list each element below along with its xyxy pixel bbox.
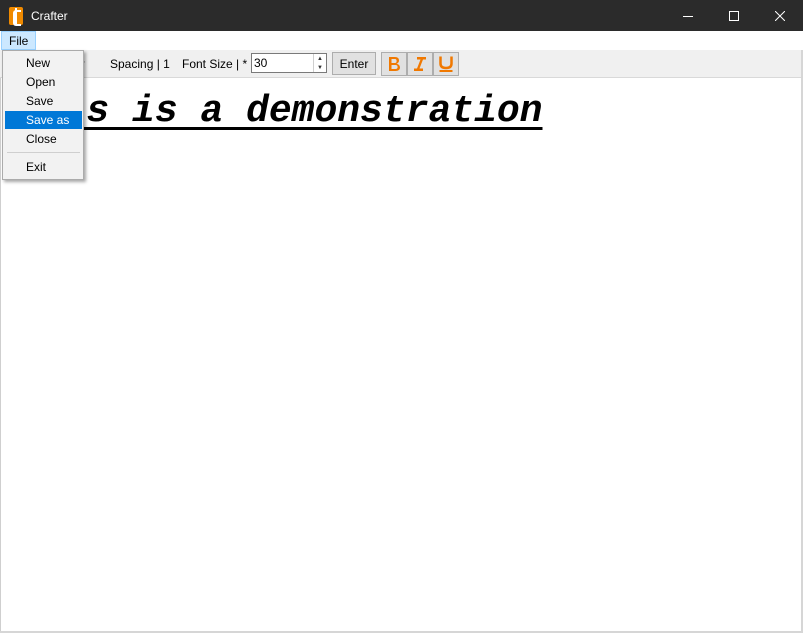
- bold-button[interactable]: [381, 52, 407, 76]
- window-title: Crafter: [31, 8, 68, 23]
- close-icon: [775, 10, 785, 21]
- font-size-stepper[interactable]: 30 ▲ ▼: [251, 53, 327, 73]
- font-size-label: Font Size | *: [182, 57, 248, 71]
- app-icon: [9, 6, 23, 26]
- bold-icon: [389, 57, 400, 71]
- italic-icon: [414, 57, 426, 71]
- font-size-input[interactable]: 30: [252, 56, 313, 70]
- spacing-label[interactable]: Spacing | 1: [110, 50, 170, 78]
- maximize-icon: [729, 10, 739, 21]
- maximize-button[interactable]: [711, 0, 757, 31]
- menu-file[interactable]: File: [1, 31, 37, 50]
- file-menu-dropdown: New Open Save Save as Close Exit: [2, 50, 84, 180]
- font-size-spinner[interactable]: ▲ ▼: [313, 54, 326, 72]
- italic-button[interactable]: [407, 52, 433, 76]
- toolbar: er Spacing | 1 Font Size | * 30 ▲ ▼ Ente…: [0, 50, 803, 78]
- menu-item-new[interactable]: New: [5, 54, 82, 72]
- menu-bar: File: [0, 31, 803, 50]
- menu-item-open[interactable]: Open: [5, 73, 82, 91]
- menu-item-exit[interactable]: Exit: [5, 158, 82, 176]
- window-controls: [665, 0, 803, 31]
- document-text[interactable]: This is a demonstration: [18, 90, 543, 133]
- title-bar: Crafter: [0, 0, 803, 31]
- spin-down-icon[interactable]: ▼: [314, 63, 326, 72]
- enter-button[interactable]: Enter: [332, 52, 376, 75]
- menu-item-close[interactable]: Close: [5, 130, 82, 148]
- editor-area[interactable]: This is a demonstration: [0, 78, 801, 631]
- menu-item-save[interactable]: Save: [5, 92, 82, 110]
- minimize-icon: [683, 15, 693, 17]
- close-button[interactable]: [757, 0, 803, 31]
- underline-icon: [439, 56, 453, 72]
- minimize-button[interactable]: [665, 0, 711, 31]
- menu-item-save-as[interactable]: Save as: [5, 111, 82, 129]
- spin-up-icon[interactable]: ▲: [314, 54, 326, 63]
- underline-button[interactable]: [433, 52, 459, 76]
- menu-separator: [7, 152, 80, 153]
